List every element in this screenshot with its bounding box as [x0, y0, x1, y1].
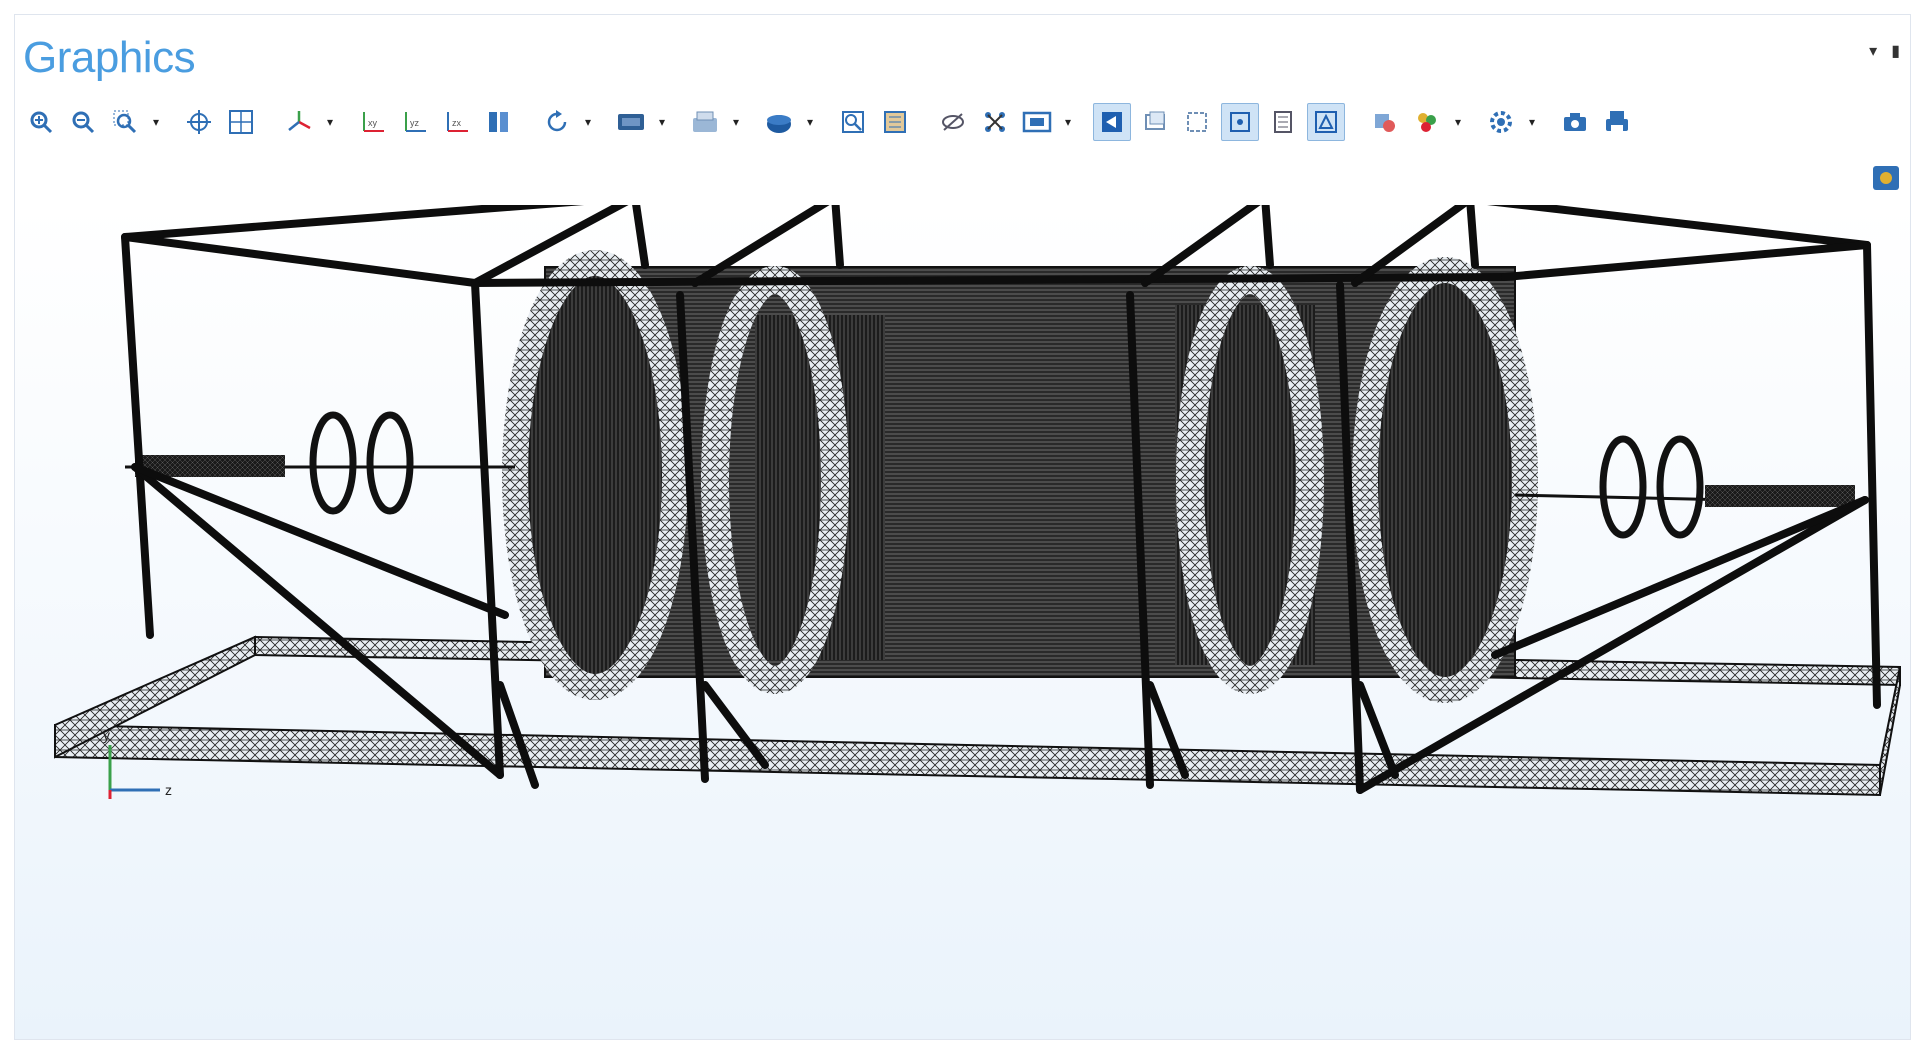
screen-view-dropdown[interactable]: ▾ [1061, 104, 1075, 140]
pin-icon[interactable]: ▮ [1891, 41, 1900, 61]
svg-text:yz: yz [410, 118, 420, 128]
mesh-model: y z [54, 193, 1901, 799]
zoom-extents-icon[interactable] [181, 104, 217, 140]
window-menu-dropdown[interactable]: ▾ [1869, 41, 1877, 61]
rotate-dropdown[interactable]: ▾ [581, 104, 595, 140]
go-to-default-view-icon[interactable] [281, 104, 317, 140]
screen-view-icon[interactable] [1019, 104, 1055, 140]
pulley-right-1 [1599, 435, 1647, 539]
select-all-icon[interactable] [1265, 104, 1301, 140]
clip-plane-icon[interactable] [877, 104, 913, 140]
transparency-dropdown[interactable]: ▾ [655, 104, 669, 140]
select-boundaries-icon[interactable] [1137, 104, 1173, 140]
rotate-icon[interactable] [539, 104, 575, 140]
select-objects-dropdown[interactable]: ▾ [729, 104, 743, 140]
view-xy-icon[interactable]: xy [355, 104, 391, 140]
default-view-dropdown[interactable]: ▾ [323, 104, 337, 140]
zoom-box-icon[interactable] [107, 104, 143, 140]
settings-dropdown[interactable]: ▾ [1525, 104, 1539, 140]
select-objects-icon[interactable] [687, 104, 723, 140]
deselect-icon[interactable] [1307, 103, 1345, 141]
zoom-dropdown[interactable]: ▾ [149, 104, 163, 140]
drum-ring-1 [502, 250, 688, 700]
zoom-in-icon[interactable] [23, 104, 59, 140]
reset-hiding-icon[interactable] [977, 104, 1013, 140]
svg-text:xy: xy [368, 118, 378, 128]
color-settings-icon[interactable] [1409, 104, 1445, 140]
view-yz-icon[interactable]: yz [397, 104, 433, 140]
graphics-toolbar: ▾ ▾ xy yz zx ▾ ▾ ▾ ▾ ▾ ▾ ▾ [23, 97, 1641, 147]
pulley-left-2 [366, 411, 414, 515]
settings-gear-icon[interactable] [1483, 104, 1519, 140]
graphics-viewport[interactable]: y z [15, 193, 1910, 1039]
render-settings-icon[interactable] [1367, 104, 1403, 140]
plot-settings-icon[interactable] [1872, 165, 1900, 191]
axis-z-label: z [165, 782, 172, 798]
axis-y-label: y [103, 727, 110, 743]
select-points-icon[interactable] [1221, 103, 1259, 141]
pulley-right-2 [1656, 435, 1704, 539]
wireframe-icon[interactable] [761, 104, 797, 140]
transparency-icon[interactable] [613, 104, 649, 140]
base-frame-right [1879, 666, 1901, 796]
hide-icon[interactable] [935, 104, 971, 140]
base-frame-front [54, 723, 1881, 797]
clip-box-icon[interactable] [835, 104, 871, 140]
graphics-window: Graphics ▾ ▮ ▾ ▾ xy yz zx ▾ ▾ ▾ ▾ ▾ ▾ ▾ … [14, 14, 1911, 1040]
scene-light-icon[interactable] [481, 104, 517, 140]
print-icon[interactable] [1599, 104, 1635, 140]
zoom-selected-icon[interactable] [223, 104, 259, 140]
svg-text:zx: zx [452, 118, 462, 128]
wireframe-dropdown[interactable]: ▾ [803, 104, 817, 140]
select-edges-icon[interactable] [1179, 104, 1215, 140]
shaft-right-coupling [1705, 485, 1855, 507]
color-dropdown[interactable]: ▾ [1451, 104, 1465, 140]
window-controls: ▾ ▮ [1869, 41, 1900, 61]
window-title: Graphics [23, 33, 196, 82]
select-domains-icon[interactable] [1093, 103, 1131, 141]
image-snapshot-icon[interactable] [1557, 104, 1593, 140]
zoom-out-icon[interactable] [65, 104, 101, 140]
pulley-left-1 [309, 411, 357, 515]
drum-ring-4 [1352, 257, 1538, 703]
view-zx-icon[interactable]: zx [439, 104, 475, 140]
